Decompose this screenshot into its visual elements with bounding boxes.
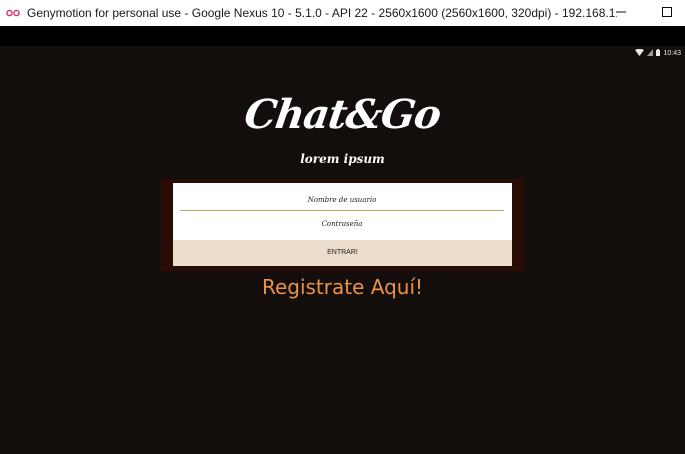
battery-icon <box>656 49 661 58</box>
status-time: 10:43 <box>663 50 681 57</box>
window-titlebar: Genymotion for personal use - Google Nex… <box>0 0 685 26</box>
signal-icon <box>647 49 654 58</box>
app-logo: Chat&Go <box>241 91 444 138</box>
app-tagline: lorem ipsum <box>300 152 385 166</box>
password-field[interactable]: Contraseña <box>180 214 504 234</box>
window-title: Genymotion for personal use - Google Nex… <box>27 6 617 20</box>
device-screen: 10:43 Chat&Go lorem ipsum Nombre de usua… <box>0 46 685 454</box>
enter-button[interactable]: ENTRAR! <box>173 240 512 266</box>
minimize-button[interactable] <box>598 0 644 26</box>
android-status-bar: 10:43 <box>635 48 681 58</box>
username-field[interactable]: Nombre de usuario <box>180 190 504 211</box>
toolbar-strip <box>0 26 685 46</box>
register-link[interactable]: Registrate Aquí! <box>0 275 685 299</box>
login-form: Nombre de usuario Contraseña ENTRAR! <box>173 183 512 266</box>
wifi-icon <box>635 48 645 58</box>
maximize-button[interactable] <box>644 0 685 26</box>
login-form-frame: Nombre de usuario Contraseña ENTRAR! <box>161 179 524 271</box>
minimize-icon <box>616 4 626 22</box>
maximize-icon <box>662 4 672 22</box>
genymotion-icon <box>6 8 20 18</box>
